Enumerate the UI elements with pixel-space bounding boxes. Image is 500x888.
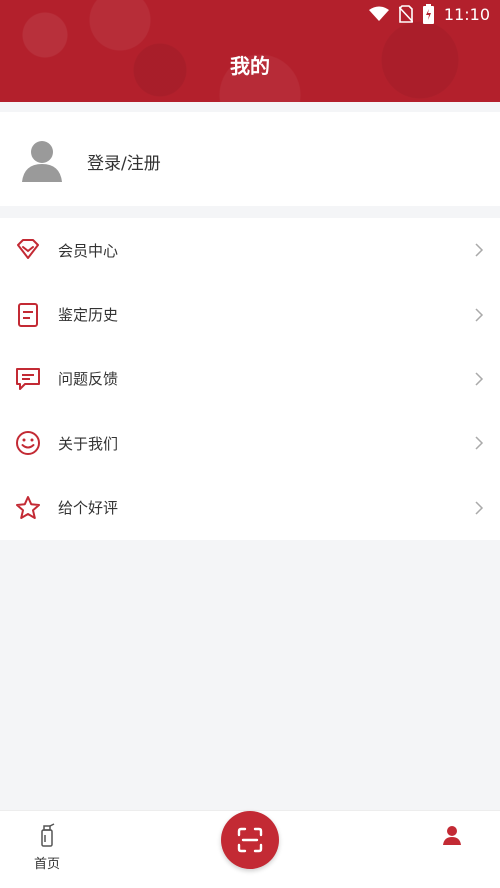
page-title: 我的 [230,54,270,78]
menu-item-label: 关于我们 [58,434,119,453]
tab-home[interactable]: 首页 [26,823,68,872]
chat-icon [16,367,40,390]
status-time: 11:10 [443,4,490,24]
login-register-link[interactable]: 登录/注册 [87,149,161,174]
user-icon[interactable] [442,825,462,845]
header: 11:10 我的 [0,0,500,102]
scan-icon [237,827,263,853]
wifi-icon [368,6,389,21]
avatar[interactable] [20,138,64,182]
document-icon [18,302,38,327]
menu-item-history[interactable]: 鉴定历史 [0,282,500,346]
menu-item-rate[interactable]: 给个好评 [0,476,500,540]
no-sim-icon [398,5,413,23]
menu-list: 会员中心 鉴定历史 问题反馈 关于我们 给个好评 [0,218,500,540]
menu-item-label: 给个好评 [58,499,119,518]
battery-icon [422,4,434,24]
chevron-right-icon [475,243,484,257]
chevron-right-icon [475,436,484,450]
menu-item-label: 会员中心 [58,241,119,260]
menu-item-feedback[interactable]: 问题反馈 [0,347,500,411]
menu-item-label: 鉴定历史 [58,306,119,325]
chevron-right-icon [475,501,484,515]
user-card[interactable]: 登录/注册 [0,112,500,206]
chevron-right-icon [475,372,484,386]
scan-button[interactable] [221,811,279,869]
smiley-icon [16,431,40,456]
star-icon [16,495,40,519]
menu-item-label: 问题反馈 [58,370,119,389]
bottom-nav: 首页 [0,810,500,888]
tab-home-label: 首页 [33,857,60,872]
chevron-right-icon [475,308,484,322]
diamond-icon [17,239,39,260]
menu-item-about[interactable]: 关于我们 [0,411,500,475]
status-bar: 11:10 [368,0,490,28]
menu-item-membership[interactable]: 会员中心 [0,218,500,282]
bottle-icon [41,823,55,847]
